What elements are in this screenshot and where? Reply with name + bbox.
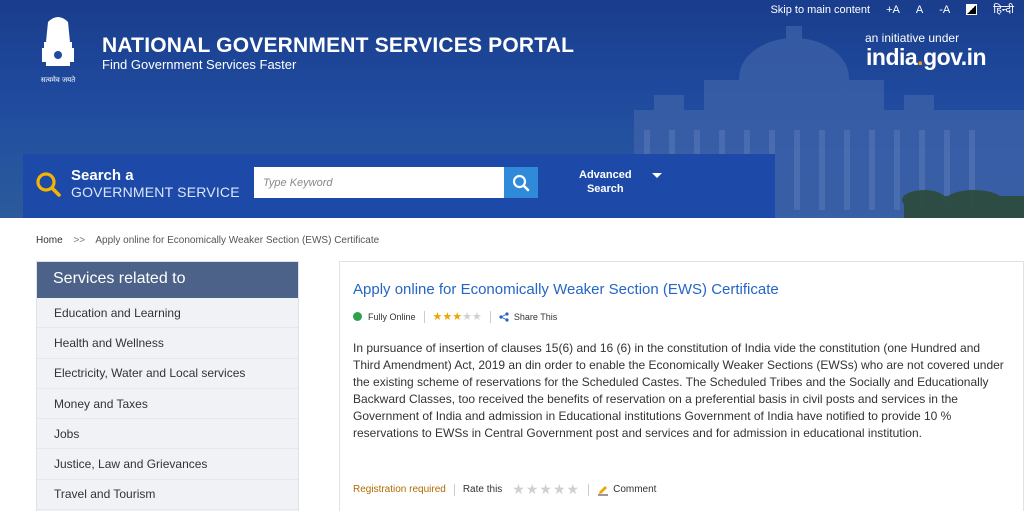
rating-stars: ★★★★★	[433, 310, 482, 323]
status-dot-icon	[353, 312, 362, 321]
sidebar-item-money-taxes[interactable]: Money and Taxes	[37, 389, 298, 420]
accessibility-bar: Skip to main content +A A -A हिन्दी	[770, 2, 1014, 17]
advanced-search-label: Search	[586, 183, 624, 195]
comment-label: Comment	[613, 484, 657, 495]
sidebar-item-utilities[interactable]: Electricity, Water and Local services	[37, 359, 298, 389]
search-icon	[36, 172, 61, 197]
star-icon: ★	[432, 311, 443, 323]
india-gov-logo-part: gov.in	[923, 44, 987, 70]
portal-subtitle: Find Government Services Faster	[102, 57, 297, 72]
sidebar-item-education[interactable]: Education and Learning	[37, 298, 298, 329]
portal-title[interactable]: NATIONAL GOVERNMENT SERVICES PORTAL	[102, 34, 574, 58]
rate-stars-input[interactable]: ★★★★★	[512, 481, 580, 498]
font-normal-button[interactable]: A	[916, 4, 923, 16]
star-icon: ★	[472, 311, 482, 323]
breadcrumb: Home >> Apply online for Economically We…	[36, 235, 379, 246]
rate-star-icon[interactable]: ★	[553, 481, 566, 497]
share-icon[interactable]	[499, 311, 509, 322]
sidebar-item-travel[interactable]: Travel and Tourism	[37, 480, 298, 511]
search-input[interactable]	[254, 167, 504, 198]
national-emblem-logo[interactable]: सत्यमेव जयते	[32, 12, 84, 88]
breadcrumb-current: Apply online for Economically Weaker Sec…	[95, 235, 380, 246]
divider	[588, 483, 590, 496]
language-toggle[interactable]: हिन्दी	[993, 2, 1014, 17]
service-title[interactable]: Apply online for Economically Weaker Sec…	[353, 281, 779, 298]
search-button[interactable]	[504, 167, 538, 198]
divider	[423, 310, 425, 323]
advanced-search-label: Advanced	[579, 169, 632, 181]
sidebar-item-health[interactable]: Health and Wellness	[37, 328, 298, 359]
divider	[489, 310, 491, 323]
india-gov-logo[interactable]: india.gov.in	[866, 44, 987, 71]
rate-star-icon[interactable]: ★	[567, 481, 580, 497]
contrast-icon[interactable]	[966, 4, 978, 15]
skip-to-main-link[interactable]: Skip to main content	[770, 4, 870, 16]
share-link[interactable]: Share This	[514, 312, 557, 322]
service-meta: Fully Online ★★★★★ Share This	[353, 310, 557, 323]
sidebar-item-jobs[interactable]: Jobs	[37, 419, 298, 450]
font-increase-button[interactable]: +A	[886, 4, 900, 16]
breadcrumb-separator: >>	[73, 235, 86, 246]
breadcrumb-home-link[interactable]: Home	[36, 235, 63, 246]
status-badge: Fully Online	[368, 311, 416, 322]
search-heading: Search a	[71, 167, 134, 184]
service-description: In pursuance of insertion of clauses 15(…	[353, 341, 1004, 440]
sidebar-item-justice[interactable]: Justice, Law and Grievances	[37, 449, 298, 480]
advanced-search-button[interactable]: Advanced Search	[579, 168, 632, 196]
star-icon: ★	[462, 311, 473, 323]
chevron-down-icon[interactable]	[652, 173, 662, 178]
font-decrease-button[interactable]: -A	[939, 4, 950, 16]
search-panel: Search a GOVERNMENT SERVICE Advanced Sea…	[23, 154, 775, 218]
rate-this-label: Rate this	[462, 484, 503, 495]
india-gov-logo-part: india	[866, 44, 918, 70]
comment-button[interactable]: Comment	[597, 484, 656, 496]
star-icon: ★	[452, 311, 463, 323]
rate-star-icon[interactable]: ★	[539, 481, 552, 497]
site-header: Skip to main content +A A -A हिन्दी सत्य…	[0, 0, 1024, 218]
sidebar-heading: Services related to	[37, 262, 298, 298]
search-icon	[512, 174, 530, 191]
divider	[453, 483, 455, 496]
related-services-sidebar: Services related to Education and Learni…	[36, 261, 299, 511]
star-icon: ★	[442, 311, 453, 323]
registration-required-label: Registration required	[353, 484, 446, 495]
emblem-motto: सत्यमेव जयते	[41, 75, 76, 84]
search-subheading: GOVERNMENT SERVICE	[71, 184, 240, 200]
service-card: Apply online for Economically Weaker Sec…	[339, 261, 1024, 511]
rate-star-icon[interactable]: ★	[512, 481, 525, 497]
rate-star-icon[interactable]: ★	[526, 481, 539, 497]
pencil-icon	[598, 485, 609, 495]
initiative-label: an initiative under	[865, 31, 960, 45]
service-footer: Registration required Rate this ★★★★★ Co…	[353, 481, 656, 498]
